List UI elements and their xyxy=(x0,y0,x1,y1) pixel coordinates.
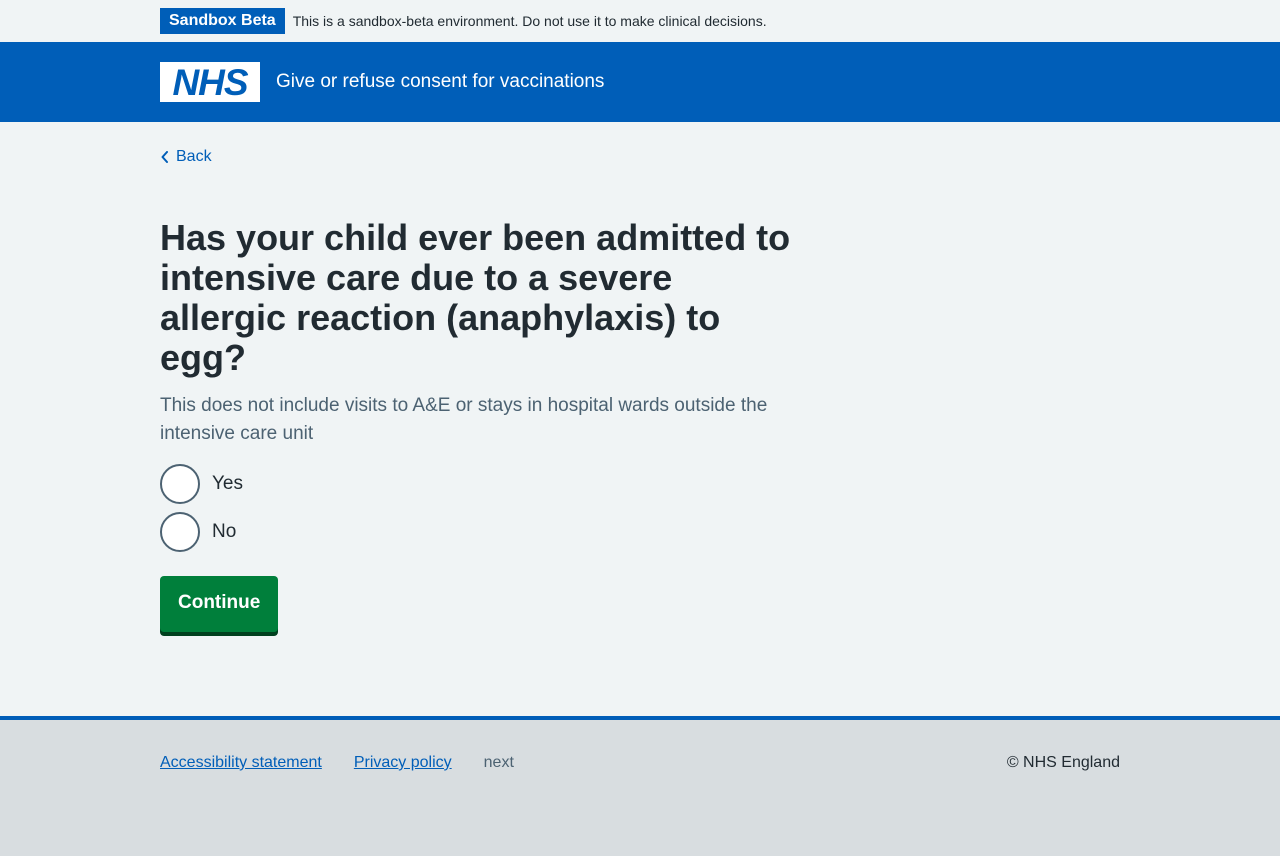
site-footer: Accessibility statement Privacy policy n… xyxy=(0,716,1280,856)
continue-button[interactable]: Continue xyxy=(160,576,279,632)
main-content: Back Has your child ever been admitted t… xyxy=(0,122,1280,632)
radio-label-no[interactable]: No xyxy=(212,521,236,543)
back-label: Back xyxy=(176,148,212,165)
environment-text: This is a sandbox-beta environment. Do n… xyxy=(292,13,767,29)
back-link[interactable]: Back xyxy=(160,148,212,166)
site-header: NHS Give or refuse consent for vaccinati… xyxy=(0,42,1280,122)
radio-no[interactable] xyxy=(160,512,200,552)
radio-label-yes[interactable]: Yes xyxy=(212,473,243,495)
footer-link-accessibility[interactable]: Accessibility statement xyxy=(160,754,322,772)
nhs-logo-text: NHS xyxy=(172,65,248,99)
question-heading: Has your child ever been admitted to int… xyxy=(160,217,791,378)
environment-banner: Sandbox Beta This is a sandbox-beta envi… xyxy=(0,0,1280,42)
radio-yes[interactable] xyxy=(160,464,200,504)
radio-group: Yes No xyxy=(160,464,1280,552)
nhs-logo[interactable]: NHS xyxy=(160,62,260,102)
footer-link-privacy[interactable]: Privacy policy xyxy=(354,754,452,772)
nhs-logo-icon: NHS xyxy=(172,65,249,99)
service-name[interactable]: Give or refuse consent for vaccinations xyxy=(276,71,604,93)
question-hint: This does not include visits to A&E or s… xyxy=(160,395,768,444)
footer-copyright: © NHS England xyxy=(1006,754,1120,771)
radio-option-no[interactable]: No xyxy=(160,512,1280,552)
chevron-left-icon xyxy=(161,151,168,163)
footer-version-text: next xyxy=(483,754,514,771)
radio-option-yes[interactable]: Yes xyxy=(160,464,1280,504)
environment-tag: Sandbox Beta xyxy=(160,8,285,34)
